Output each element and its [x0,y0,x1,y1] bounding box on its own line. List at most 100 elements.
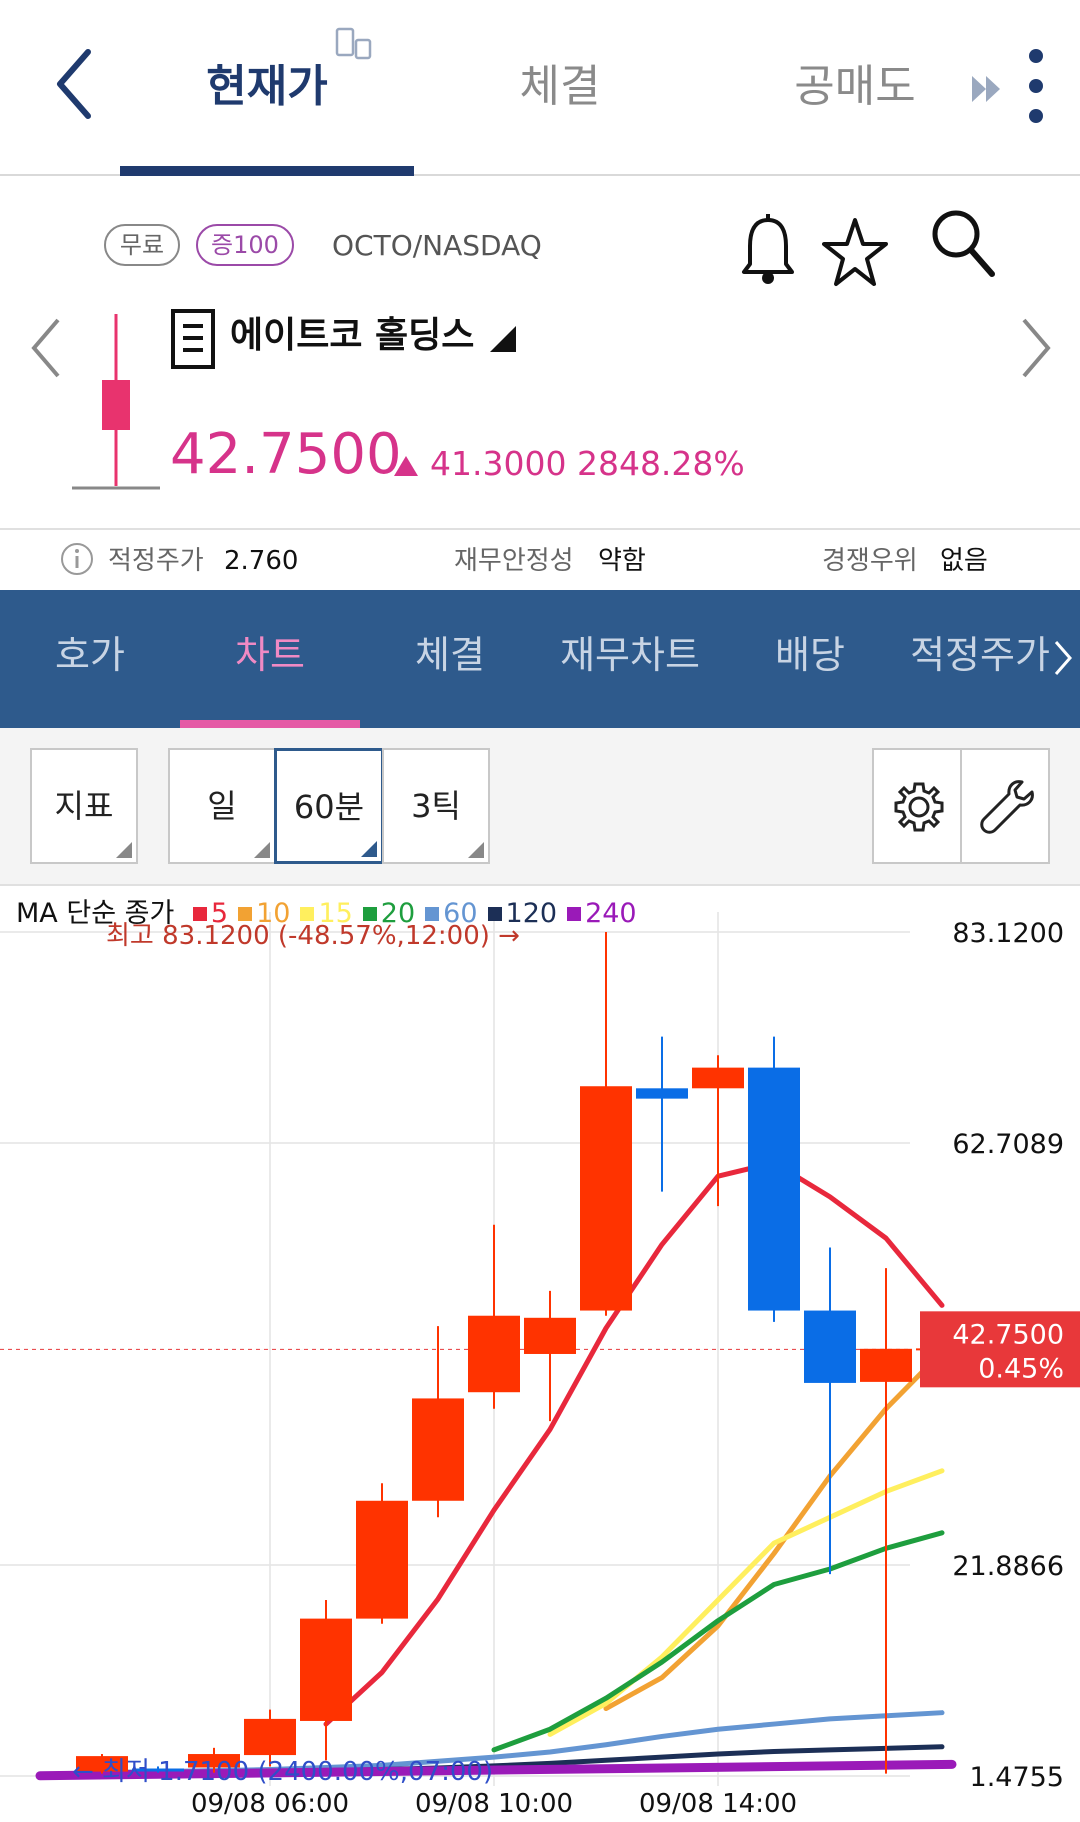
ma-legend-swatch [192,907,207,921]
corner-dropdown-icon [361,841,377,857]
subtab-chart[interactable]: 차트 [200,618,340,692]
document-icon[interactable] [170,308,216,370]
ma-legend-item-5: 5 [192,896,229,932]
up-triangle-icon [394,456,418,476]
ma-legend-label: 120 [505,898,558,929]
active-subtab-underline [180,720,360,728]
stock-name[interactable]: 에이트코 홀딩스 [230,306,474,366]
competitive-advantage-label: 경쟁우위 [822,546,918,576]
ma-legend-swatch [238,907,253,921]
indicator-button[interactable]: 지표 [30,748,138,864]
gear-icon [894,782,944,832]
corner-dropdown-icon [468,842,484,858]
period-60min-button[interactable]: 60분 [274,748,384,864]
chart-toolbar: 지표 일 60분 3틱 [0,728,1080,886]
y-tick-label: 1.4755 [970,1762,1064,1793]
chart-area[interactable]: 83.1200 62.7089 21.8866 1.4755 09/08 06:00 09… [0,886,1080,1822]
ma-legend-swatch [425,907,440,921]
candle-body [636,1088,688,1099]
ma-legend[interactable]: MA 단순 종가 5 10 15 20 60 120 240 [16,896,637,932]
candle-body [804,1310,856,1383]
period-day-label: 일 [207,787,237,825]
current-price: 42.7500 [170,422,402,487]
candle-body [300,1618,352,1721]
period-3tick-label: 3틱 [411,787,461,825]
subtab-orderbook[interactable]: 호가 [20,618,160,692]
x-tick-label: 09/08 10:00 [415,1789,573,1819]
ticker-label: OCTO/NASDAQ [332,229,542,262]
ma-legend-label: 240 [585,898,637,929]
bell-icon[interactable] [740,212,796,288]
period-day-button[interactable]: 일 [168,748,276,864]
free-badge: 무료 [104,224,180,266]
corner-dropdown-icon [254,842,270,858]
star-icon[interactable] [822,214,888,290]
ma-legend-item-120: 120 [487,896,558,932]
tab-trade[interactable]: 체결 [430,52,690,122]
current-price-label: 42.7500 [952,1319,1064,1350]
ma-legend-item-240: 240 [567,896,637,932]
candle-body [692,1067,744,1089]
competitive-advantage-value: 없음 [940,546,988,576]
candle-body [748,1067,800,1311]
ma-legend-label: 60 [443,898,478,929]
dropdown-triangle-icon[interactable] [488,324,518,354]
fast-forward-icon[interactable] [970,72,1004,106]
tab-current-price[interactable]: 현재가 [120,52,414,122]
x-tick-label: 09/08 06:00 [191,1789,349,1819]
info-icon[interactable] [60,542,94,576]
current-change-label: 0.45% [978,1353,1064,1384]
ma-legend-title: MA 단순 종가 [16,898,175,929]
subtab-trade[interactable]: 체결 [380,618,520,692]
ma-legend-swatch [300,907,315,921]
back-arrow-icon[interactable] [48,44,108,124]
active-tab-underline [120,166,414,176]
price-change: 41.3000 2848.28% [430,444,745,483]
prev-stock-chevron-icon[interactable] [26,308,66,388]
chevron-right-icon[interactable] [1052,638,1074,678]
ma-legend-swatch [487,907,502,921]
valuation-metrics-row: 적정주가 2.760 재무안정성 약함 경쟁우위 없음 [0,528,1080,590]
candle-body [580,1086,632,1311]
subtab-financial-chart[interactable]: 재무차트 [548,618,712,692]
ma-legend-item-60: 60 [425,896,478,932]
subtab-dividend[interactable]: 배당 [740,618,880,692]
x-tick-label: 09/08 14:00 [639,1789,797,1819]
indicator-button-label: 지표 [54,787,114,825]
candle-body [412,1398,464,1501]
ma-legend-item-15: 15 [300,896,353,932]
chart-tools-button[interactable] [960,748,1050,864]
candle-body [356,1500,408,1619]
ma-legend-swatch [362,907,377,921]
fair-price-value: 2.760 [224,546,299,576]
subtab-fair-price[interactable]: 적정주가 [910,618,1050,692]
candle-body [524,1317,576,1354]
corner-dropdown-icon [116,842,132,858]
top-header: 현재가 체결 공매도 [0,0,1080,176]
phone-swap-icon[interactable] [334,26,374,62]
chart-settings-button[interactable] [872,748,962,864]
search-icon[interactable] [930,206,996,282]
margin-badge: 증100 [196,224,294,266]
tab-short-selling[interactable]: 공매도 [730,52,980,122]
ma-legend-label: 15 [318,898,353,929]
mini-candle-icon [72,314,160,490]
wrench-icon [980,780,1034,834]
ma-legend-label: 20 [380,898,416,929]
period-3tick-button[interactable]: 3틱 [382,748,490,864]
y-tick-label: 83.1200 [952,918,1064,949]
stock-info-panel: 무료 증100 OCTO/NASDAQ 에이트코 홀딩스 42.7500 41.… [0,178,1080,528]
y-tick-label: 21.8866 [952,1551,1064,1582]
ma-legend-label: 5 [210,898,229,929]
ma-legend-label: 10 [256,898,291,929]
candle-body [244,1718,296,1756]
financial-stability-label: 재무안정성 [454,546,574,576]
next-stock-chevron-icon[interactable] [1016,308,1056,388]
more-vertical-icon[interactable] [1026,46,1046,126]
candle-body [860,1348,912,1382]
sub-tab-bar: 호가 차트 체결 재무차트 배당 적정주가 [0,590,1080,728]
fair-price-label: 적정주가 [108,546,204,576]
candlestick-chart[interactable]: 83.1200 62.7089 21.8866 1.4755 09/08 06:00 09… [0,886,1080,1822]
financial-stability-value: 약함 [598,546,646,576]
low-annotation: ← 최저 1.7100 (2400.00%,07:00) [72,1757,493,1787]
